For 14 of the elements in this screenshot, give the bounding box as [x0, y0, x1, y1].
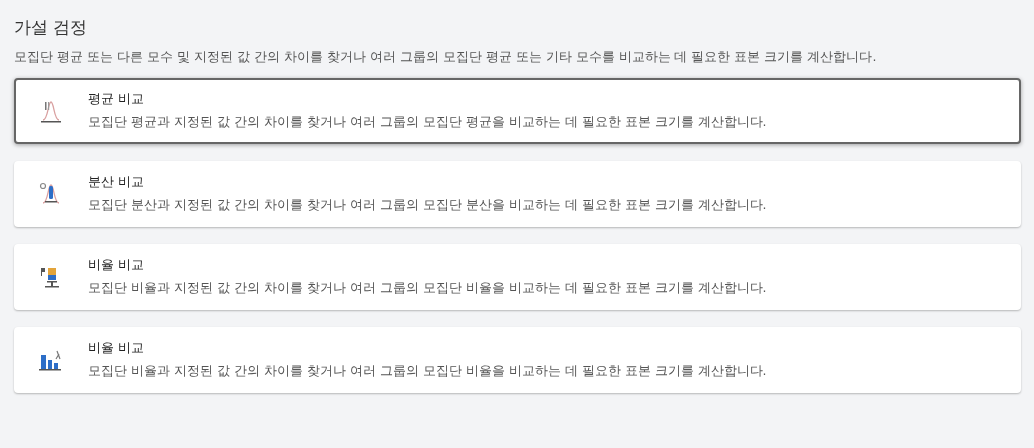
option-title: 비율 비교 — [88, 340, 145, 357]
option-title: 분산 비교 — [88, 174, 145, 191]
option-card[interactable]: 평균 비교 모집단 평균과 지정된 값 간의 차이를 찾거나 여러 그룹의 모집단 평균을 비교하는 데 필요한 표본 크기를 계산합니다. — [14, 78, 1021, 144]
option-description: 모집단 비율과 지정된 값 간의 차이를 찾거나 여러 그룹의 모집단 비율을 비교하는 데 필요한 표본 크기를 계산합니다. — [88, 280, 767, 297]
option-description: 모집단 평균과 지정된 값 간의 차이를 찾거나 여러 그룹의 모집단 평균을 비교하는 데 필요한 표본 크기를 계산합니다. — [88, 114, 767, 131]
option-card[interactable]: 비율 비교 모집단 비율과 지정된 값 간의 차이를 찾거나 여러 그룹의 모집단 비율을 비교하는 데 필요한 표본 크기를 계산합니다. — [14, 327, 1021, 393]
option-card[interactable]: 분산 비교 모집단 분산과 지정된 값 간의 차이를 찾거나 여러 그룹의 모집단 분산을 비교하는 데 필요한 표본 크기를 계산합니다. — [14, 161, 1021, 227]
option-description: 모집단 비율과 지정된 값 간의 차이를 찾거나 여러 그룹의 모집단 비율을 비교하는 데 필요한 표본 크기를 계산합니다. — [88, 363, 767, 380]
option-title: 비율 비교 — [88, 257, 145, 274]
option-title: 평균 비교 — [88, 91, 145, 108]
page-title: 가설 검정 — [14, 16, 88, 39]
option-card[interactable]: 비율 비교 모집단 비율과 지정된 값 간의 차이를 찾거나 여러 그룹의 모집단 비율을 비교하는 데 필요한 표본 크기를 계산합니다. — [14, 244, 1021, 310]
option-description: 모집단 분산과 지정된 값 간의 차이를 찾거나 여러 그룹의 모집단 분산을 비교하는 데 필요한 표본 크기를 계산합니다. — [88, 197, 767, 214]
page-description: 모집단 평균 또는 다른 모수 및 지정된 값 간의 차이를 찾거나 여러 그룹의 모집단 평균 또는 기타 모수를 비교하는 데 필요한 표본 크기를 계산합니다. — [14, 49, 878, 66]
